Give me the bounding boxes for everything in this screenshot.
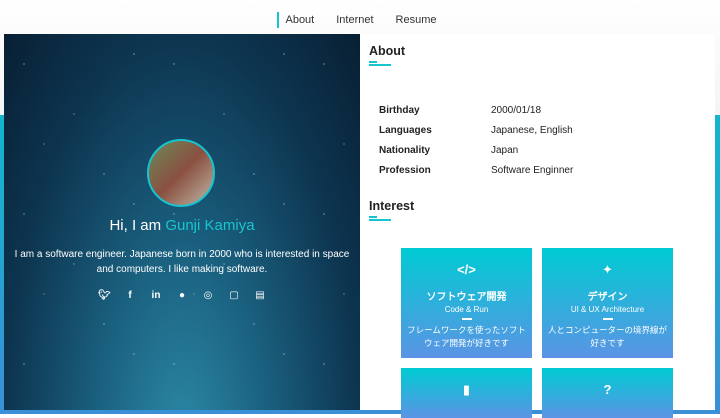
row-value: 2000/01/18 — [491, 104, 542, 116]
twitter-icon[interactable]: 🐦︎ — [98, 290, 111, 301]
code-icon: </> — [457, 262, 476, 277]
about-heading: About — [369, 44, 406, 58]
table-row: Languages Japanese, English — [379, 120, 573, 140]
greeting-text: Hi, I am — [109, 217, 162, 234]
card-title: デザイン — [587, 292, 628, 303]
nav-internet[interactable]: Internet — [330, 12, 379, 28]
github-icon[interactable]: ● — [176, 290, 188, 301]
card-description: 人とコンピューターの境界線が好きです — [548, 325, 668, 348]
about-panel: About Birthday 2000/01/18 Languages Japane… — [360, 34, 715, 418]
note-icon[interactable]: ▢ — [228, 290, 240, 301]
linkedin-icon[interactable]: in — [150, 290, 162, 301]
heading-underline — [369, 219, 391, 221]
facebook-icon[interactable]: f — [124, 290, 136, 301]
row-label: Birthday — [379, 104, 420, 116]
row-label: Profession — [379, 164, 431, 176]
greeting: Hi, I am Gunji Kamiya — [4, 217, 360, 234]
about-table: Birthday 2000/01/18 Languages Japanese, En… — [379, 100, 573, 180]
card-subtitle: UI & UX Architecture — [570, 305, 645, 314]
table-row: Birthday 2000/01/18 — [379, 100, 573, 120]
avatar — [147, 139, 215, 207]
heading-underline — [369, 64, 391, 66]
interest-card-design[interactable]: ✦ デザイン UI & UX Architecture 人とコンピューターの境界… — [542, 248, 673, 358]
heading-underline — [369, 61, 377, 63]
card-description: フレームワークを使ったソフトウェア開発が好きです — [407, 325, 526, 348]
card-title: ソフトウェア開発 — [426, 292, 507, 303]
row-label: Nationality — [379, 144, 431, 156]
nav-about[interactable]: About — [277, 12, 320, 28]
row-value: Japan — [491, 144, 519, 156]
interest-heading: Interest — [369, 199, 415, 213]
social-links: 🐦︎ f in ● ◎ ▢ ▤ — [4, 290, 360, 301]
card-divider — [602, 318, 613, 320]
top-nav: About Internet Resume — [0, 12, 720, 28]
profile-name: Gunji Kamiya — [165, 217, 255, 234]
card-divider — [461, 318, 472, 320]
instagram-icon[interactable]: ◎ — [202, 290, 214, 301]
question-icon: ? — [603, 382, 612, 397]
profile-panel: Hi, I am Gunji Kamiya I am a software en… — [4, 34, 360, 410]
heading-underline — [369, 216, 377, 218]
bio: I am a software engineer. Japanese born … — [14, 249, 350, 275]
row-value: Japanese, English — [491, 124, 573, 136]
interest-card-software[interactable]: </> ソフトウェア開発 Code & Run フレームワークを使ったソフトウェ… — [401, 248, 532, 358]
table-row: Profession Software Enginner — [379, 160, 573, 180]
magic-wand-icon: ✦ — [602, 262, 613, 277]
interest-card-book[interactable]: ▮ — [401, 368, 532, 418]
table-row: Nationality Japan — [379, 140, 573, 160]
interest-card-unknown[interactable]: ? — [542, 368, 673, 418]
card-subtitle: Code & Run — [444, 305, 489, 314]
row-value: Software Enginner — [491, 164, 574, 176]
blog-icon[interactable]: ▤ — [254, 290, 266, 301]
row-label: Languages — [379, 124, 432, 136]
book-icon: ▮ — [462, 382, 471, 397]
nav-resume[interactable]: Resume — [390, 12, 443, 28]
